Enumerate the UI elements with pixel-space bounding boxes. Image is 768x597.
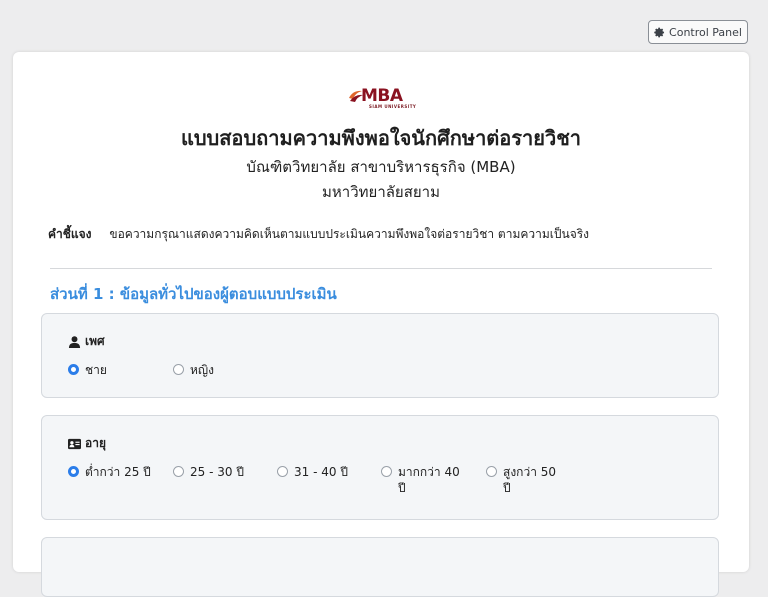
age-label: อายุ <box>68 434 106 453</box>
section-title: ส่วนที่ 1 : ข้อมูลทั่วไปของผู้ตอบแบบประเ… <box>50 285 337 303</box>
instruction-label: คำชี้แจง <box>48 227 92 241</box>
age-option-25-30[interactable]: 25 - 30 ปี <box>173 464 244 480</box>
gender-label: เพศ <box>68 332 105 351</box>
age-option-over-40[interactable]: มากกว่า 40 ปี <box>381 464 471 496</box>
page-subtitle: บัณฑิตวิทยาลัย สาขาบริหารธุรกิจ (MBA) <box>246 158 516 176</box>
radio-over-50[interactable] <box>486 466 497 477</box>
gender-option-label: ชาย <box>85 363 107 377</box>
age-label-text: อายุ <box>85 436 106 450</box>
user-icon <box>68 335 81 348</box>
mba-logo: MBA SIAM UNIVERSITY <box>347 86 417 112</box>
age-option-label: มากกว่า 40 ปี <box>398 465 460 495</box>
radio-under-25[interactable] <box>68 466 79 477</box>
radio-male[interactable] <box>68 364 79 375</box>
gender-label-text: เพศ <box>85 334 105 348</box>
age-option-under-25[interactable]: ต่ำกว่า 25 ปี <box>68 464 151 480</box>
gear-icon <box>654 27 665 37</box>
logo-university-text: SIAM UNIVERSITY <box>369 104 417 109</box>
radio-31-40[interactable] <box>277 466 288 477</box>
logo-brand-text: MBA <box>361 86 403 106</box>
age-option-label: 25 - 30 ปี <box>190 465 244 479</box>
radio-25-30[interactable] <box>173 466 184 477</box>
radio-female[interactable] <box>173 364 184 375</box>
age-option-label: ต่ำกว่า 25 ปี <box>85 465 151 479</box>
top-bar: Control Panel <box>0 0 768 50</box>
page-title: แบบสอบถามความพึงพอใจนักศึกษาต่อรายวิชา <box>180 126 582 150</box>
control-panel-button[interactable]: Control Panel <box>648 20 748 44</box>
instruction-text: ขอความกรุณาแสดงความคิดเห็นตามแบบประเมินค… <box>109 227 590 241</box>
university-name: มหาวิทยาลัยสยาม <box>322 183 440 201</box>
age-option-over-50[interactable]: สูงกว่า 50 ปี <box>486 464 576 496</box>
age-option-label: 31 - 40 ปี <box>294 465 348 479</box>
age-question: อายุ ต่ำกว่า 25 ปี 25 - 30 ปี 31 - 40 ปี… <box>41 415 719 520</box>
next-question-box <box>41 537 719 597</box>
gender-option-label: หญิง <box>190 363 214 377</box>
gender-option-female[interactable]: หญิง <box>173 362 214 378</box>
survey-card: MBA SIAM UNIVERSITY แบบสอบถามความพึงพอใจ… <box>13 52 749 597</box>
divider <box>50 268 712 269</box>
control-panel-label: Control Panel <box>669 25 742 39</box>
instruction: คำชี้แจง ขอความกรุณาแสดงความคิดเห็นตามแบ… <box>48 225 589 244</box>
age-option-label: สูงกว่า 50 ปี <box>503 465 557 495</box>
gender-option-male[interactable]: ชาย <box>68 362 107 378</box>
id-card-icon <box>68 438 81 449</box>
age-option-31-40[interactable]: 31 - 40 ปี <box>277 464 348 480</box>
radio-over-40[interactable] <box>381 466 392 477</box>
gender-question: เพศ ชาย หญิง <box>41 313 719 398</box>
